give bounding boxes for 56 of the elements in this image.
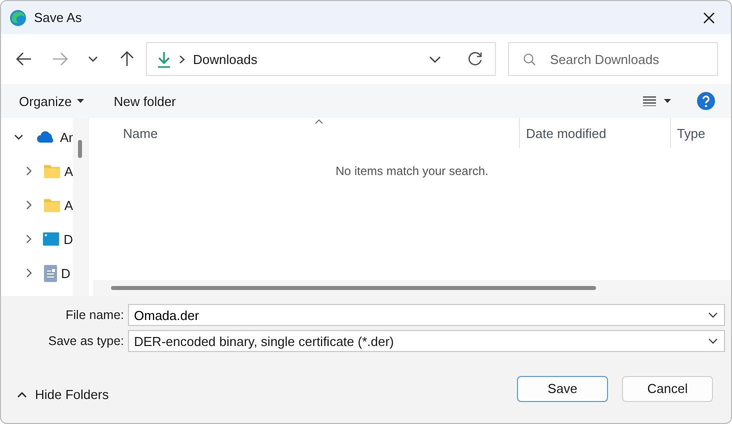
address-bar[interactable]: Downloads <box>146 42 496 76</box>
file-name-field[interactable]: Omada.der <box>128 304 725 326</box>
tree-item-label: A <box>64 198 73 212</box>
field-label: File name: <box>64 308 124 322</box>
chevron-right-icon[interactable] <box>24 200 34 210</box>
folder-icon <box>44 198 60 212</box>
document-icon <box>44 264 57 282</box>
folder-tree-item[interactable]: D <box>1 222 73 256</box>
chevron-right-icon[interactable] <box>24 234 34 244</box>
desktop-icon <box>43 232 60 246</box>
close-icon <box>703 12 715 24</box>
folder-tree-item[interactable]: A <box>1 188 73 222</box>
sort-caret-icon <box>315 119 323 124</box>
tree-item-label: Ar <box>60 130 73 144</box>
file-type-dropdown[interactable]: DER-encoded binary, single certificate (*.der) <box>128 330 725 352</box>
caret-up-icon <box>17 392 27 398</box>
help-icon[interactable] <box>697 92 715 110</box>
field-label: Save as type: <box>47 334 124 348</box>
scrollbar-thumb[interactable] <box>78 140 82 158</box>
chevron-down-icon[interactable] <box>429 56 441 62</box>
new-folder-button[interactable]: New folder <box>106 90 184 112</box>
tree-item-label: D <box>61 266 70 280</box>
folder-icon <box>44 164 60 178</box>
chevron-right-icon <box>179 54 185 64</box>
chevron-down-icon[interactable] <box>14 132 24 142</box>
search-field[interactable]: Search Downloads <box>508 42 718 76</box>
browser-logo-icon <box>9 8 27 26</box>
column-header[interactable]: Date modified <box>520 118 671 148</box>
cloud-icon <box>37 131 56 143</box>
column-header[interactable]: Name <box>93 118 520 148</box>
search-icon <box>523 53 536 66</box>
window-title: Save As <box>34 10 82 25</box>
download-icon <box>157 50 171 68</box>
folder-tree-item[interactable]: A <box>1 154 73 188</box>
up-arrow-icon[interactable] <box>120 51 134 67</box>
back-arrow-icon[interactable] <box>16 52 32 66</box>
chevron-down-icon[interactable] <box>88 56 98 62</box>
chevron-right-icon[interactable] <box>24 268 34 278</box>
chevron-down-icon[interactable] <box>708 312 718 318</box>
chevron-right-icon[interactable] <box>24 166 34 176</box>
column-header[interactable]: Type <box>671 118 731 148</box>
scrollbar-thumb[interactable] <box>111 286 596 290</box>
folder-tree-item[interactable]: Ar <box>1 120 73 154</box>
hide-folders-button[interactable]: Hide Folders <box>11 386 115 403</box>
chevron-down-icon[interactable] <box>708 338 718 344</box>
save-button[interactable]: Save <box>517 376 608 402</box>
cancel-button[interactable]: Cancel <box>622 376 713 402</box>
refresh-icon[interactable] <box>467 51 483 67</box>
view-list-icon <box>643 96 671 106</box>
folder-tree-item[interactable]: D <box>1 256 73 290</box>
tree-item-label: D <box>64 232 73 246</box>
organize-button[interactable]: Organize <box>11 90 92 112</box>
caret-icon <box>76 99 84 103</box>
location-text: Downloads <box>193 52 258 66</box>
tree-item-label: A <box>64 164 73 178</box>
empty-message: No items match your search. <box>336 164 488 180</box>
